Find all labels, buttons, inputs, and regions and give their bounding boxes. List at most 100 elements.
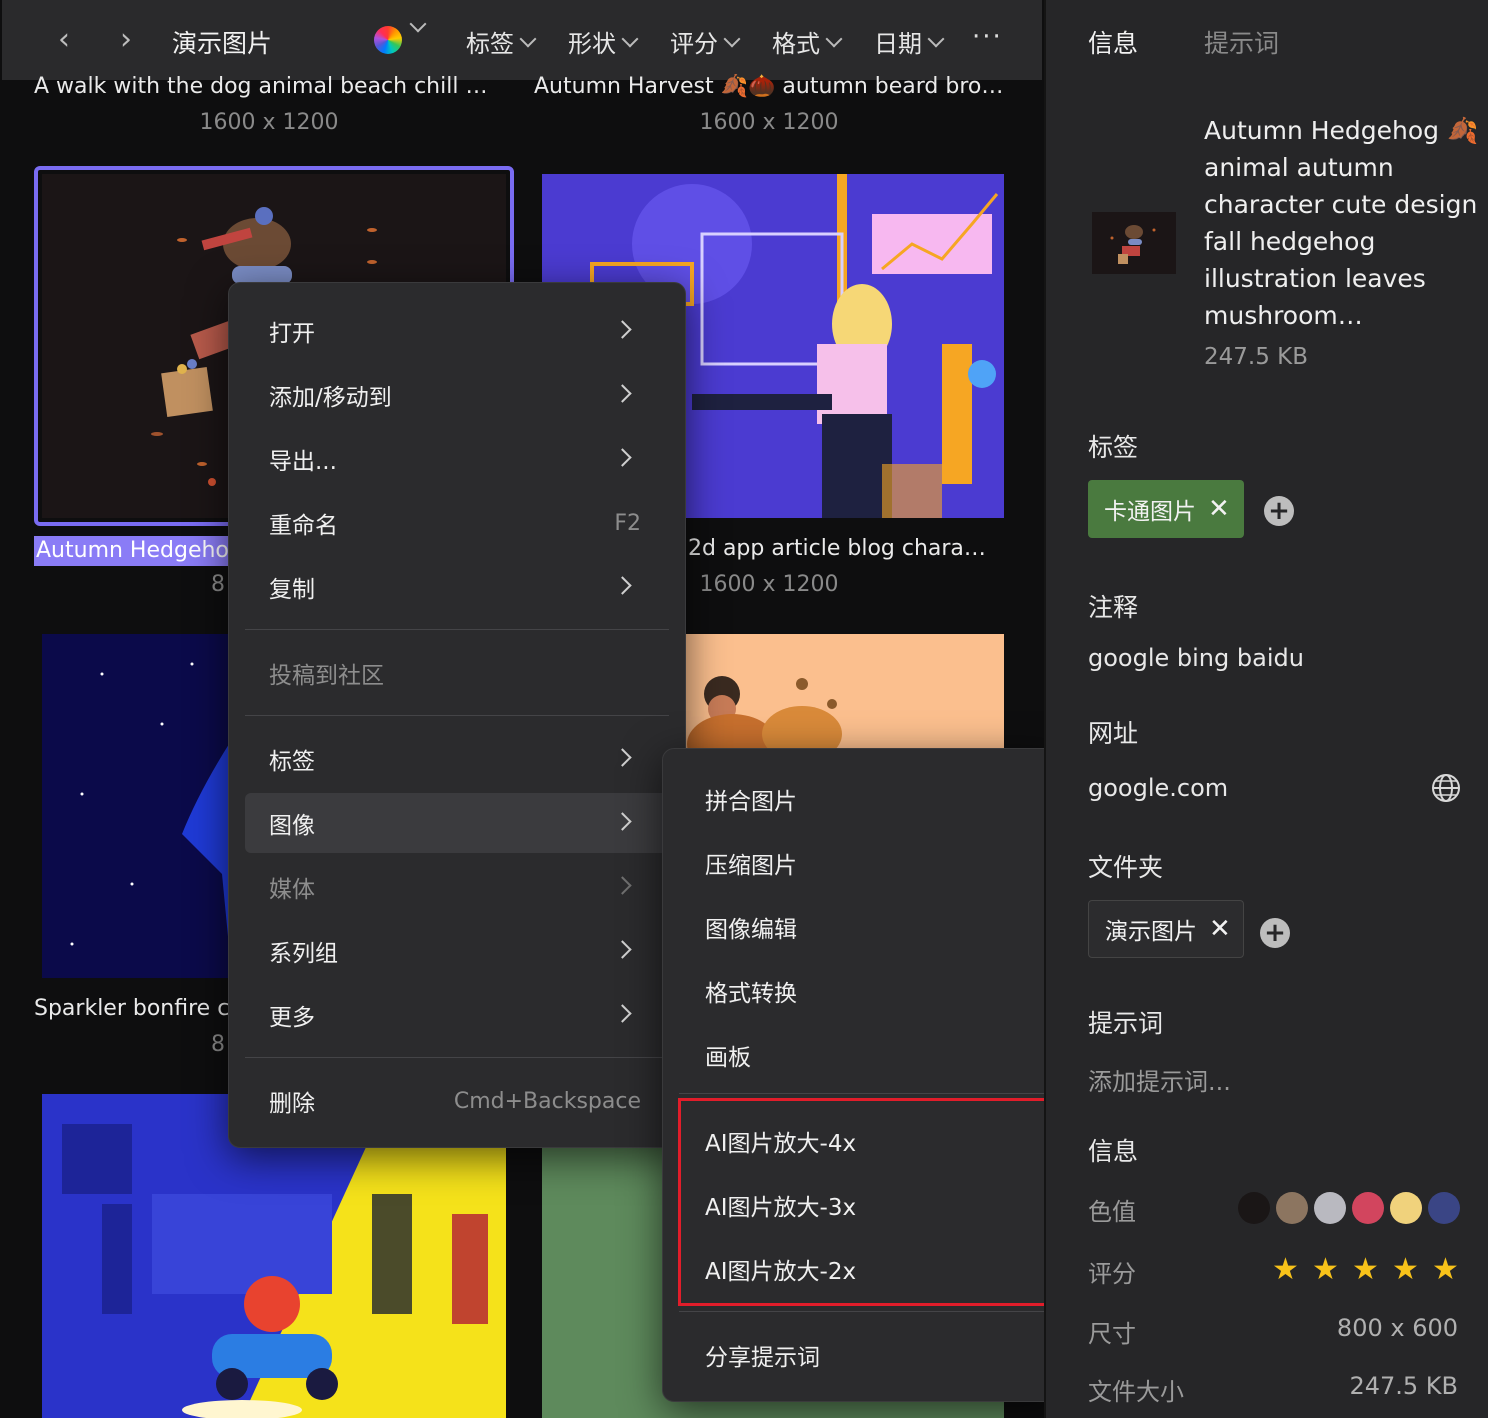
url-value[interactable]: google.com	[1088, 774, 1228, 802]
filter-rating[interactable]: 评分	[670, 24, 741, 59]
color-swatch[interactable]	[1390, 1192, 1422, 1224]
color-values-label: 色值	[1088, 1198, 1136, 1226]
chevron-down-icon	[927, 30, 945, 47]
toolbar: ‹ › 演示图片 标签 形状 评分 格式 日期 ···	[2, 0, 1042, 80]
menu-item-label: 导出...	[269, 449, 337, 475]
item-caption[interactable]: Autumn Harvest 🍂🌰 autumn beard bro…	[534, 74, 1004, 99]
color-filter-icon[interactable]	[374, 26, 402, 54]
filter-label: 形状	[568, 30, 616, 58]
tag-chip[interactable]: 卡通图片 ✕	[1088, 480, 1244, 538]
submenu-item-merge[interactable]: 拼合图片	[679, 769, 1045, 829]
file-title[interactable]: Autumn Hedgehog 🍂 animal autumn characte…	[1204, 112, 1484, 334]
item-dimensions: 1600 x 1200	[199, 110, 339, 135]
info-panel: 信息 提示词 Autumn Hedgehog 🍂 animal autumn c…	[1044, 0, 1488, 1418]
shortcut-hint: Cmd+Backspace	[453, 1088, 641, 1114]
tag-label: 卡通图片	[1104, 499, 1196, 525]
menu-item-label: 删除	[269, 1091, 315, 1117]
folder-label: 演示图片	[1105, 919, 1197, 945]
menu-item-label: 标签	[269, 749, 315, 775]
menu-item-label: 添加/移动到	[269, 385, 392, 411]
filter-label: 格式	[772, 30, 820, 58]
chevron-down-icon	[519, 30, 537, 47]
filesize-label: 文件大小	[1088, 1378, 1184, 1406]
menu-item-more[interactable]: 更多	[245, 985, 669, 1045]
filter-format[interactable]: 格式	[772, 24, 843, 59]
rating-label: 评分	[1088, 1260, 1136, 1288]
menu-item-copy[interactable]: 复制	[245, 557, 669, 617]
submenu-item-compress[interactable]: 压缩图片	[679, 833, 1045, 893]
add-folder-icon[interactable]: +	[1260, 918, 1290, 948]
color-swatch[interactable]	[1238, 1192, 1270, 1224]
color-swatch[interactable]	[1276, 1192, 1308, 1224]
chevron-down-icon	[621, 30, 639, 47]
chevron-right-icon	[613, 448, 632, 467]
menu-item-label: 媒体	[269, 877, 315, 903]
dimensions-label: 尺寸	[1088, 1320, 1136, 1348]
menu-item-series[interactable]: 系列组	[245, 921, 669, 981]
folder-chip[interactable]: 演示图片 ✕	[1088, 900, 1244, 958]
menu-item-label: 重命名	[269, 513, 338, 539]
chevron-down-icon	[723, 30, 741, 47]
color-swatch[interactable]	[1314, 1192, 1346, 1224]
globe-icon[interactable]	[1430, 772, 1462, 804]
star-icon[interactable]: ★	[1312, 1252, 1339, 1287]
remove-folder-icon[interactable]: ✕	[1209, 914, 1231, 944]
star-icon[interactable]: ★	[1272, 1252, 1299, 1287]
menu-item-delete[interactable]: 删除 Cmd+Backspace	[245, 1071, 669, 1131]
star-icon[interactable]: ★	[1352, 1252, 1379, 1287]
menu-item-rename[interactable]: 重命名 F2	[245, 493, 669, 553]
menu-item-submit-community[interactable]: 投稿到社区	[245, 643, 669, 703]
more-options-icon[interactable]: ···	[972, 22, 1003, 52]
star-icon[interactable]: ★	[1432, 1252, 1459, 1287]
menu-item-add-move[interactable]: 添加/移动到	[245, 365, 669, 425]
forward-arrow-icon[interactable]: ›	[108, 22, 144, 58]
section-info-label: 信息	[1088, 1137, 1139, 1166]
color-swatch[interactable]	[1352, 1192, 1384, 1224]
submenu-item-convert[interactable]: 格式转换	[679, 961, 1045, 1021]
submenu-item-edit[interactable]: 图像编辑	[679, 897, 1045, 957]
color-filter-dropdown[interactable]	[406, 15, 427, 33]
dimensions-value: 800 x 600	[1336, 1314, 1458, 1342]
item-caption[interactable]: Sparkler bonfire c	[34, 996, 228, 1021]
notes-value[interactable]: google bing baidu	[1088, 644, 1304, 672]
ai-upscale-highlight-box	[678, 1098, 1054, 1306]
menu-separator	[245, 1057, 669, 1058]
menu-item-image[interactable]: 图像	[245, 793, 685, 853]
filter-tags[interactable]: 标签	[466, 24, 537, 59]
menu-item-export[interactable]: 导出...	[245, 429, 669, 489]
menu-item-open[interactable]: 打开	[245, 301, 669, 361]
item-caption[interactable]: A walk with the dog animal beach chill …	[34, 74, 504, 99]
submenu-item-artboard[interactable]: 画板	[679, 1025, 1045, 1085]
preview-thumbnail	[1092, 212, 1176, 274]
chevron-right-icon	[613, 576, 632, 595]
selected-item-caption[interactable]: Autumn Hedgeho	[34, 536, 234, 566]
section-folder-label: 文件夹	[1088, 853, 1164, 882]
section-notes-label: 注释	[1088, 593, 1139, 622]
shortcut-hint: F2	[614, 510, 641, 536]
item-dimensions: 8	[211, 1032, 225, 1057]
filter-date[interactable]: 日期	[874, 24, 945, 59]
add-tag-icon[interactable]: +	[1264, 496, 1294, 526]
chevron-right-icon	[613, 1004, 632, 1023]
menu-item-label: 更多	[269, 1005, 315, 1031]
prompt-input[interactable]: 添加提示词...	[1088, 1062, 1231, 1097]
tab-prompt[interactable]: 提示词	[1204, 24, 1279, 60]
filter-shape[interactable]: 形状	[568, 24, 639, 59]
item-caption[interactable]: 2d app article blog chara…	[688, 536, 1004, 561]
color-swatch[interactable]	[1428, 1192, 1460, 1224]
menu-item-tags[interactable]: 标签	[245, 729, 669, 789]
menu-item-media[interactable]: 媒体	[245, 857, 669, 917]
star-icon[interactable]: ★	[1392, 1252, 1419, 1287]
menu-separator	[679, 1311, 1045, 1312]
menu-item-label: 打开	[269, 321, 315, 347]
filesize-value: 247.5 KB	[1349, 1372, 1458, 1400]
item-dimensions: 8	[211, 572, 225, 597]
filter-label: 日期	[874, 30, 922, 58]
menu-item-label: 图像	[269, 813, 315, 839]
menu-item-label: 复制	[269, 577, 315, 603]
section-url-label: 网址	[1088, 719, 1139, 748]
back-arrow-icon[interactable]: ‹	[46, 22, 82, 58]
tab-info[interactable]: 信息	[1088, 24, 1138, 60]
remove-tag-icon[interactable]: ✕	[1208, 494, 1230, 524]
submenu-item-share-prompt[interactable]: 分享提示词	[679, 1325, 1045, 1385]
